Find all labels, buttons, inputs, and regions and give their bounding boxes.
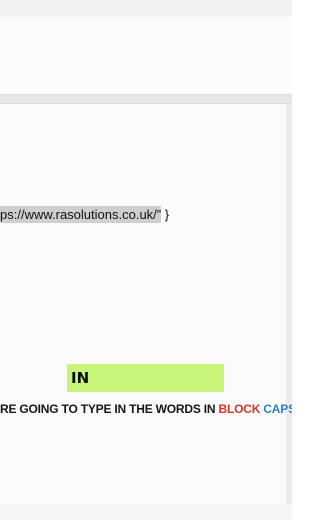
blurred-caption-row	[0, 480, 292, 504]
highlighted-word: IN	[71, 369, 90, 387]
bottom-band	[0, 504, 292, 520]
caption-text: RE GOING TO TYPE IN THE WORDS IN	[0, 402, 219, 416]
video-caption: RE GOING TO TYPE IN THE WORDS IN BLOCK C…	[0, 398, 292, 420]
closing-brace: }	[161, 207, 170, 222]
code-line[interactable]: ps://www.rasolutions.co.uk/” }	[0, 205, 169, 224]
scrollbar-track[interactable]	[286, 104, 292, 520]
caption-highlight-red: BLOCK	[218, 402, 261, 416]
toolbar-strip	[0, 94, 292, 104]
header-area	[0, 20, 292, 94]
caption-highlight-blue: CAPS	[263, 402, 292, 416]
top-band	[0, 0, 292, 20]
document-canvas[interactable]	[0, 104, 286, 520]
selected-url-text[interactable]: ps://www.rasolutions.co.uk/”	[0, 206, 162, 223]
highlighted-word-box: IN	[67, 364, 224, 392]
